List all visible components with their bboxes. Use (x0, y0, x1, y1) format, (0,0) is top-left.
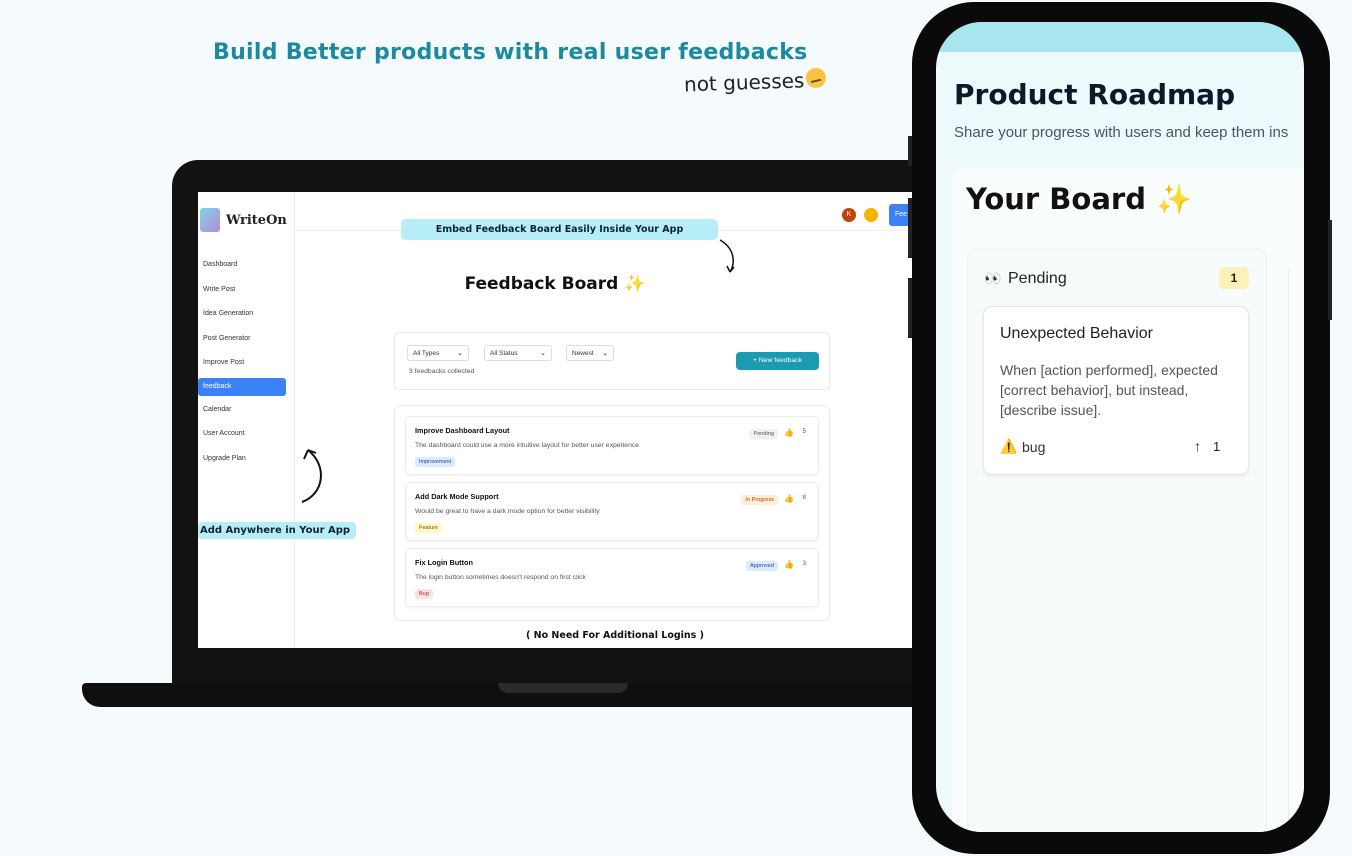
curved-arrow-down-icon (719, 239, 735, 273)
sidebar-item-calendar[interactable]: Calendar (198, 403, 294, 428)
curved-arrow-icon (301, 449, 322, 503)
roadmap-subtitle: Share your progress with users and keep … (954, 124, 1289, 141)
column-count-badge: 1 (1219, 267, 1249, 289)
sort-value: Newest (572, 350, 594, 357)
type-filter-value: All Types (413, 350, 440, 357)
sidebar-item-post-generator[interactable]: Post Generator (198, 332, 294, 357)
sparkle-icon: ✨ (1156, 182, 1193, 216)
page-title: Feedback Board ✨ (198, 274, 912, 294)
phone-side-button (908, 278, 912, 338)
chevron-down-icon: ⌄ (540, 350, 546, 357)
pending-column: 👀 Pending 1 Unexpected Behavior When [ac… (967, 249, 1267, 832)
feedback-item[interactable]: Improve Dashboard Layout The dashboard c… (405, 416, 819, 475)
card-tag: bug (1022, 439, 1046, 455)
roadmap-card[interactable]: Unexpected Behavior When [action perform… (983, 306, 1249, 475)
sidebar: WriteOn Dashboard Write Post Idea Genera… (198, 192, 295, 648)
like-count: 5 (802, 429, 806, 435)
eyes-icon: 👀 (984, 270, 1002, 286)
thumbs-up-icon[interactable]: 👍 (784, 560, 794, 569)
feedback-tag: Bug (415, 589, 433, 599)
feedback-description: The dashboard could use a more intuitive… (415, 442, 640, 449)
warning-icon: ⚠️ (1000, 438, 1018, 454)
sort-select[interactable]: Newest ⌄ (566, 345, 614, 361)
feedback-list: Improve Dashboard Layout The dashboard c… (394, 405, 830, 621)
app-logo-icon (200, 208, 220, 232)
coin-icon[interactable] (864, 208, 878, 222)
hero-subtagline: not guesses (683, 67, 827, 97)
arrow-up-icon[interactable]: ↑ (1194, 438, 1201, 454)
phone-power-button (1328, 220, 1332, 320)
avatar[interactable]: K (842, 208, 856, 222)
annotation-add-anywhere: Add Anywhere in Your App (198, 522, 357, 539)
sidebar-item-user-account[interactable]: User Account (198, 427, 294, 452)
feedback-title: Improve Dashboard Layout (415, 426, 510, 435)
sidebar-item-feedback[interactable]: feedback (198, 377, 286, 396)
feedback-tag: Feature (415, 523, 442, 533)
phone-side-button (908, 198, 912, 258)
feedback-title: Add Dark Mode Support (415, 492, 499, 501)
sparkle-icon: ✨ (624, 274, 646, 294)
feedback-description: Would be great to have a dark mode optio… (415, 508, 600, 515)
thumbs-up-icon[interactable]: 👍 (784, 494, 794, 503)
card-title: Unexpected Behavior (1000, 325, 1153, 342)
board-title-text: Your Board (966, 182, 1146, 216)
app-name: WriteOn (226, 212, 287, 228)
phone-status-bar (936, 22, 1304, 52)
status-filter-value: All Status (490, 350, 518, 357)
next-column-edge (1288, 268, 1304, 832)
upvote-count: 1 (1213, 439, 1221, 454)
subtagline-text: not guesses (683, 68, 805, 97)
like-count: 8 (802, 495, 806, 501)
laptop-screen: WriteOn Dashboard Write Post Idea Genera… (198, 192, 912, 648)
laptop-notch (498, 683, 628, 693)
thumbs-up-icon[interactable]: 👍 (784, 428, 794, 437)
thinking-emoji-icon (805, 67, 827, 89)
board-title: Your Board ✨ (966, 182, 1192, 217)
status-filter-select[interactable]: All Status ⌄ (484, 345, 552, 361)
new-feedback-button[interactable]: + New feedback (736, 352, 819, 370)
like-count: 3 (802, 561, 806, 567)
board-panel: Your Board ✨ 👀 Pending 1 Unexpected Beha… (952, 168, 1304, 832)
feedback-title: Fix Login Button (415, 558, 473, 567)
feedback-item[interactable]: Add Dark Mode Support Would be great to … (405, 482, 819, 541)
phone-side-button (908, 136, 912, 166)
hero-tagline: Build Better products with real user fee… (213, 40, 808, 65)
chevron-down-icon: ⌄ (602, 350, 608, 357)
card-description: When [action performed], expected [corre… (1000, 362, 1218, 418)
phone-screen: Product Roadmap Share your progress with… (936, 22, 1304, 832)
status-badge: Approved (746, 561, 778, 571)
status-badge: Pending (749, 429, 778, 439)
footer-note: ( No Need For Additional Logins ) (526, 630, 704, 641)
status-badge: In Progress (741, 495, 778, 505)
sidebar-item-upgrade-plan[interactable]: Upgrade Plan (198, 452, 294, 477)
roadmap-title: Product Roadmap (954, 78, 1236, 111)
type-filter-select[interactable]: All Types ⌄ (407, 345, 469, 361)
feedback-description: The login button sometimes doesn't respo… (415, 574, 586, 581)
app-logo[interactable]: WriteOn (200, 208, 287, 232)
filter-bar: All Types ⌄ All Status ⌄ Newest ⌄ 3 feedbac… (394, 332, 830, 390)
feedback-tag: Improvement (415, 457, 456, 467)
chevron-down-icon: ⌄ (457, 350, 463, 357)
feedback-count: 3 feedbacks collected (409, 368, 475, 375)
sidebar-item-idea-generation[interactable]: Idea Generation (198, 307, 294, 332)
page-title-text: Feedback Board (464, 274, 619, 294)
column-title: Pending (1008, 270, 1067, 287)
feedback-item[interactable]: Fix Login Button The login button someti… (405, 548, 819, 607)
annotation-embed: Embed Feedback Board Easily Inside Your … (401, 219, 718, 240)
